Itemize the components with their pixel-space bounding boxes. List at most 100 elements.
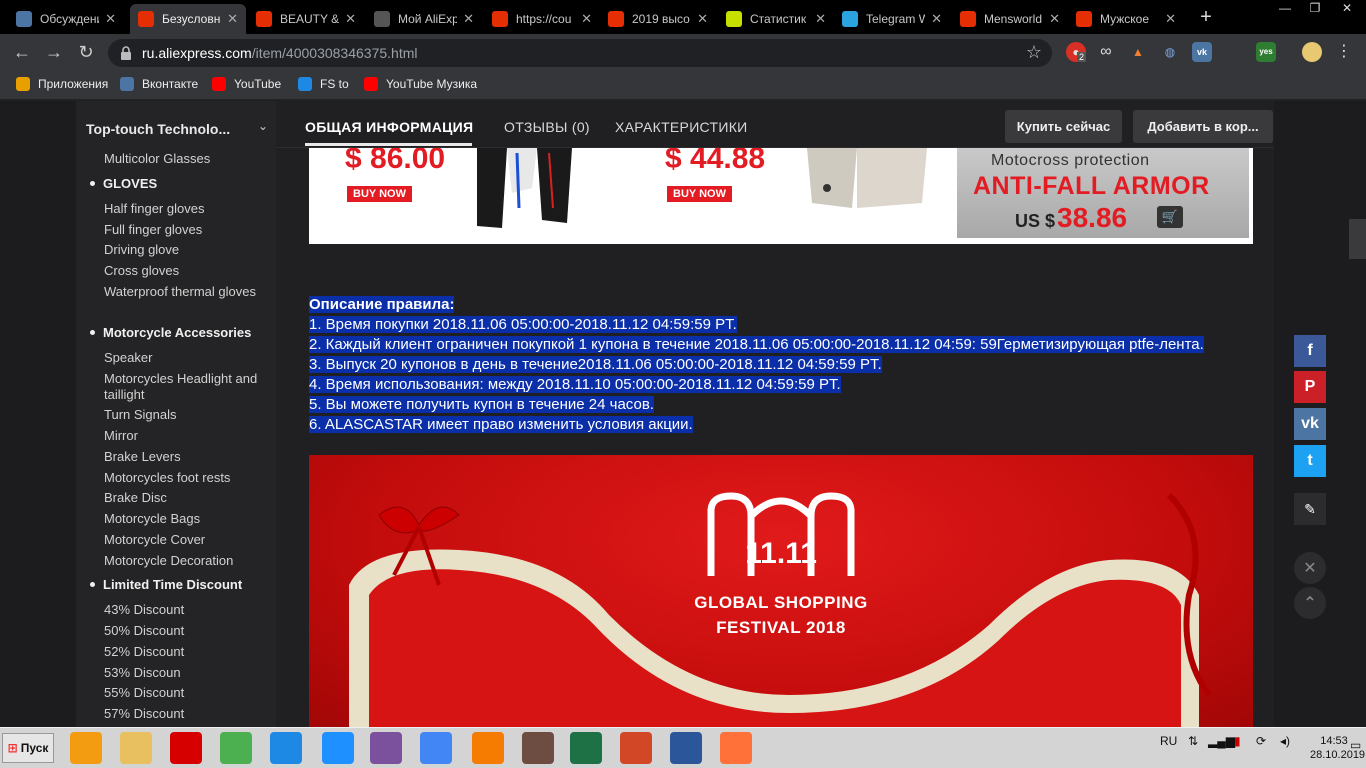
close-tab-icon[interactable]: ✕ <box>105 11 116 27</box>
ccleaner-icon[interactable] <box>472 732 504 764</box>
close-tab-icon[interactable]: ✕ <box>463 11 474 27</box>
menu-icon[interactable]: ⋮ <box>1334 42 1354 62</box>
sidebar-item[interactable]: Motorcycle Decoration <box>104 553 274 569</box>
notification-icon[interactable]: ▭ <box>1350 738 1361 752</box>
battery-icon[interactable]: ▮ <box>1234 734 1241 748</box>
bookmark-item[interactable]: Вконтакте <box>120 77 198 91</box>
sidebar-item[interactable]: Speaker <box>104 350 274 366</box>
tray-arrows-icon[interactable]: ⇅ <box>1188 734 1198 748</box>
profile-avatar[interactable] <box>1302 42 1322 62</box>
close-tab-icon[interactable]: ✕ <box>581 11 592 27</box>
browser-tab[interactable]: BEAUTY & ✕ <box>248 4 364 34</box>
extension-vk-icon[interactable]: vk <box>1192 42 1212 62</box>
forward-button[interactable]: → <box>42 40 66 64</box>
signal-icon[interactable]: ▂▄▆ <box>1208 734 1235 748</box>
utorrent-icon[interactable] <box>220 732 252 764</box>
sync-icon[interactable]: ⟳ <box>1256 734 1266 748</box>
extension-infinity-icon[interactable]: ∞ <box>1096 42 1116 62</box>
paper-plane-icon[interactable] <box>270 732 302 764</box>
buy-now-button[interactable]: Купить сейчас <box>1005 110 1122 143</box>
pencil-icon[interactable]: ✎ <box>1294 493 1326 525</box>
close-tab-icon[interactable]: ✕ <box>815 11 826 27</box>
language-indicator[interactable]: RU <box>1160 734 1177 748</box>
game-icon[interactable] <box>522 732 554 764</box>
reload-button[interactable]: ↻ <box>74 40 98 64</box>
sidebar-category[interactable]: GLOVES <box>90 176 157 191</box>
browser-tab[interactable]: Обсуждения ✕ <box>8 4 124 34</box>
banner-buy-now-1[interactable]: BUY NOW <box>347 186 412 202</box>
browser-tab[interactable]: Статистик ✕ <box>718 4 834 34</box>
browser-tab[interactable]: Мужское ✕ <box>1068 4 1184 34</box>
facebook-icon[interactable]: f <box>1294 335 1326 367</box>
address-bar[interactable]: ru.aliexpress.com/item/4000308346375.htm… <box>108 39 1052 67</box>
sidebar-category[interactable]: Limited Time Discount <box>90 577 242 592</box>
browser-tab[interactable]: Мой AliExpress ✕ <box>366 4 482 34</box>
sidebar-item[interactable]: Turn Signals <box>104 407 274 423</box>
close-tab-icon[interactable]: ✕ <box>345 11 356 27</box>
store-name[interactable]: Top-touch Technolo... <box>86 121 230 137</box>
word-icon[interactable] <box>670 732 702 764</box>
browser-tab[interactable]: Безусловная ✕ <box>130 4 246 34</box>
bookmark-item[interactable]: YouTube Музика <box>364 77 477 91</box>
viber-icon[interactable] <box>370 732 402 764</box>
excel-icon[interactable] <box>570 732 602 764</box>
vk-icon[interactable]: vk <box>1294 408 1326 440</box>
new-tab-button[interactable]: + <box>1194 6 1218 30</box>
sidebar-item[interactable]: Full finger gloves <box>104 222 274 238</box>
sidebar-item[interactable]: Motorcycle Cover <box>104 532 274 548</box>
extension-yes-icon[interactable]: yes <box>1256 42 1276 62</box>
internet-explorer-icon[interactable] <box>322 732 354 764</box>
close-tab-icon[interactable]: ✕ <box>697 11 708 27</box>
bookmark-item[interactable]: Приложения <box>16 77 108 91</box>
promo-banner[interactable]: 11.11 GLOBAL SHOPPING FESTIVAL 2018 <box>309 455 1253 727</box>
browser-tab[interactable]: https://cou ✕ <box>484 4 600 34</box>
sidebar-item[interactable]: Motorcycle Bags <box>104 511 274 527</box>
bookmark-star-icon[interactable]: ☆ <box>1026 42 1042 63</box>
bookmark-item[interactable]: FS to <box>298 77 349 91</box>
sidebar-item[interactable]: Multicolor Glasses <box>104 151 274 167</box>
extension-lock-icon[interactable]: ◍ <box>1160 42 1180 62</box>
close-tab-icon[interactable]: ✕ <box>1049 11 1060 27</box>
sidebar-item[interactable]: 53% Discoun <box>104 665 274 681</box>
banner-jacket-2[interactable]: $ 44.88 BUY NOW <box>637 148 953 238</box>
scroll-top-icon[interactable]: ⌃ <box>1294 587 1326 619</box>
banner-buy-now-2[interactable]: BUY NOW <box>667 186 732 202</box>
sidebar-item[interactable]: Brake Disc <box>104 490 274 506</box>
pinterest-icon[interactable]: P <box>1294 371 1326 403</box>
media-player-icon[interactable] <box>70 732 102 764</box>
volume-icon[interactable]: ◂) <box>1280 734 1290 748</box>
browser-tab[interactable]: Telegram W ✕ <box>834 4 950 34</box>
start-button[interactable]: ⊞ Пуск <box>2 733 54 763</box>
banner-jacket-1[interactable]: $ 86.00 BUY NOW <box>317 148 633 238</box>
close-window-button[interactable]: ✕ <box>1332 0 1362 18</box>
page-scrollbar-thumb[interactable] <box>1349 219 1366 259</box>
sidebar-item[interactable]: Mirror <box>104 428 274 444</box>
restore-button[interactable]: ❐ <box>1300 0 1330 18</box>
add-to-cart-button[interactable]: Добавить в кор... <box>1133 110 1273 143</box>
sidebar-item[interactable]: Waterproof thermal gloves <box>104 284 274 300</box>
browser-tab[interactable]: 2019 высо ✕ <box>600 4 716 34</box>
powerpoint-icon[interactable] <box>620 732 652 764</box>
sidebar-category[interactable]: Motorcycle Accessories <box>90 325 251 340</box>
sidebar-item[interactable]: Brake Levers <box>104 449 274 465</box>
cart-icon[interactable]: 🛒 <box>1157 206 1183 228</box>
bookmark-item[interactable]: YouTube <box>212 77 281 91</box>
product-banner[interactable]: $ 86.00 BUY NOW $ 44.88 BUY NOW Motocros… <box>309 148 1253 244</box>
sidebar-item[interactable]: 55% Discount <box>104 685 274 701</box>
close-tab-icon[interactable]: ✕ <box>931 11 942 27</box>
sidebar-item[interactable]: Motorcycles foot rests <box>104 470 274 486</box>
close-tab-icon[interactable]: ✕ <box>1165 11 1176 27</box>
sidebar-item[interactable]: Motorcycles Headlight and taillight <box>104 371 274 403</box>
tab-specs[interactable]: ХАРАКТЕРИСТИКИ <box>615 119 748 135</box>
back-button[interactable]: ← <box>10 40 34 64</box>
tab-overview[interactable]: ОБЩАЯ ИНФОРМАЦИЯ <box>305 119 473 135</box>
extension-fox-icon[interactable]: ▲ <box>1128 42 1148 62</box>
sidebar-item[interactable]: Driving glove <box>104 242 274 258</box>
minimize-button[interactable]: — <box>1270 0 1300 18</box>
banner-armor[interactable]: Motocross protection ANTI-FALL ARMOR US … <box>957 148 1249 238</box>
sidebar-item[interactable]: 43% Discount <box>104 602 274 618</box>
explorer-icon[interactable] <box>120 732 152 764</box>
sidebar-item[interactable]: 57% Discount <box>104 706 274 722</box>
opera-icon[interactable] <box>170 732 202 764</box>
twitter-icon[interactable]: t <box>1294 445 1326 477</box>
